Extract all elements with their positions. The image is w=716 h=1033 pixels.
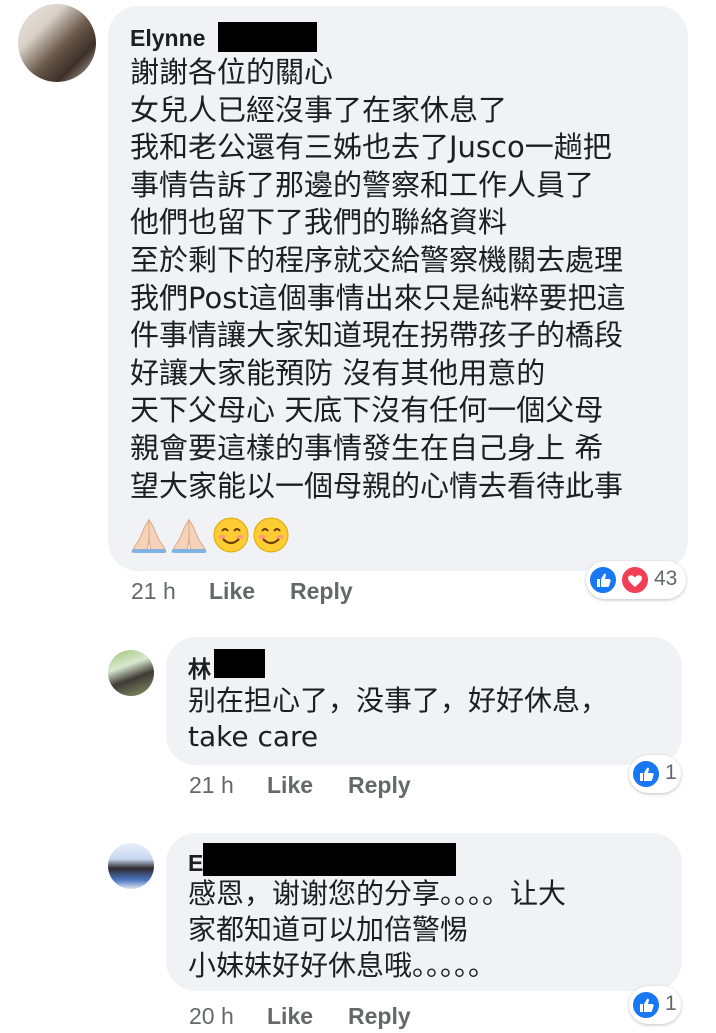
like-button[interactable]: Like	[267, 772, 313, 799]
comment-text: 感恩，谢谢您的分享。。。。让大 家都知道可以加倍警惕 小妹妹好好休息哦。。。。。	[188, 876, 566, 984]
commenter-name[interactable]: 林	[188, 655, 211, 683]
like-reaction-icon	[588, 565, 618, 595]
reaction-count: 43	[654, 567, 678, 590]
commenter-avatar[interactable]	[108, 650, 154, 696]
redacted-surname	[203, 843, 456, 876]
comment-timestamp[interactable]: 20 h	[189, 1003, 234, 1030]
comment-timestamp[interactable]: 21 h	[189, 772, 234, 799]
comment-line: 天下父母心 天底下沒有任何一個父母	[130, 393, 604, 428]
comment-line: 女兒人已經沒事了在家休息了	[130, 92, 508, 127]
comment-actions: 21 h Like Reply	[189, 772, 449, 802]
comment-line: 他們也留下了我們的聯絡資料	[130, 205, 508, 240]
comment-line: 别在担心了，没事了，好好休息，	[188, 684, 609, 717]
comment-line: 望大家能以一個母親的心情去看待此事	[130, 468, 624, 503]
comment-line: 我和老公還有三姊也去了Jusco一趟把	[130, 130, 612, 165]
reaction-count: 1	[665, 761, 677, 784]
comment-line: 事情告訴了那邊的警察和工作人員了	[130, 167, 595, 202]
comment-line: 件事情讓大家知道現在拐帶孩子的橋段	[130, 318, 624, 353]
commenter-name[interactable]: Elynne	[130, 24, 205, 52]
reaction-count: 1	[665, 992, 677, 1015]
comment-line: take care	[188, 720, 319, 753]
comment-line: 我們Post這個事情出來只是純粹要把這	[130, 280, 626, 315]
reply-button[interactable]: Reply	[348, 1003, 411, 1030]
comment-text: 謝謝各位的關心 女兒人已經沒事了在家休息了 我和老公還有三姊也去了Jusco一趟…	[130, 54, 626, 505]
comment-actions: 20 h Like Reply	[189, 1003, 449, 1033]
love-reaction-icon	[620, 565, 650, 595]
like-reaction-icon	[631, 990, 661, 1020]
folded-hands-emoji-icon	[171, 518, 207, 553]
comment-timestamp[interactable]: 21 h	[131, 578, 176, 605]
reply-button[interactable]: Reply	[290, 578, 353, 605]
comment-line: 謝謝各位的關心	[130, 55, 334, 89]
folded-hands-emoji-icon	[131, 518, 167, 553]
commenter-avatar[interactable]	[108, 843, 154, 889]
comment-line: 親會要這樣的事情發生在自己身上 希	[130, 430, 604, 465]
reaction-summary[interactable]: 43	[586, 561, 686, 599]
redacted-surname	[214, 649, 265, 678]
like-button[interactable]: Like	[209, 578, 255, 605]
comment-text: 别在担心了，没事了，好好休息， take care	[188, 683, 608, 755]
commenter-avatar[interactable]	[18, 4, 96, 82]
comment-line: 家都知道可以加倍警惕	[188, 913, 469, 946]
comment-line: 感恩，谢谢您的分享。。。。让大	[188, 877, 567, 910]
comment-line: 至於剩下的程序就交給警察機關去處理	[130, 242, 624, 277]
commenter-name[interactable]: E	[188, 849, 203, 877]
like-reaction-icon	[631, 759, 661, 789]
reaction-summary[interactable]: 1	[629, 986, 681, 1024]
comment-actions: 21 h Like Reply	[131, 578, 391, 608]
reply-button[interactable]: Reply	[348, 772, 411, 799]
comment-line: 好讓大家能預防 沒有其他用意的	[130, 355, 546, 390]
smiling-face-emoji-icon	[213, 517, 249, 553]
like-button[interactable]: Like	[267, 1003, 313, 1030]
smiling-face-emoji-icon	[253, 517, 289, 553]
redacted-surname	[218, 22, 317, 52]
comment-line: 小妹妹好好休息哦。。。。。	[188, 949, 497, 982]
reaction-summary[interactable]: 1	[629, 755, 681, 793]
